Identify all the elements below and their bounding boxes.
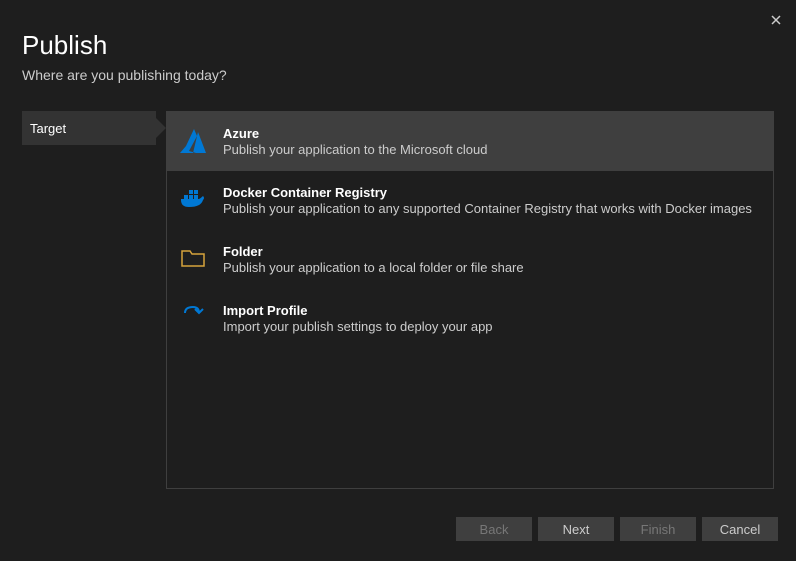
option-folder-title: Folder xyxy=(223,244,524,259)
close-button[interactable] xyxy=(766,10,786,30)
sidebar-item-target[interactable]: Target xyxy=(22,111,156,145)
docker-icon xyxy=(179,185,207,213)
wizard-sidebar: Target xyxy=(22,111,156,489)
option-import-text: Import Profile Import your publish setti… xyxy=(223,303,493,334)
dialog-header: Publish Where are you publishing today? xyxy=(0,0,796,93)
folder-icon xyxy=(179,244,207,272)
option-docker[interactable]: Docker Container Registry Publish your a… xyxy=(167,171,773,230)
option-azure-title: Azure xyxy=(223,126,487,141)
next-button[interactable]: Next xyxy=(538,517,614,541)
option-folder-desc: Publish your application to a local fold… xyxy=(223,260,524,275)
dialog-content: Target Azure Publish your application to… xyxy=(0,93,796,489)
finish-button[interactable]: Finish xyxy=(620,517,696,541)
dialog-subtitle: Where are you publishing today? xyxy=(22,67,774,83)
options-panel: Azure Publish your application to the Mi… xyxy=(166,111,774,489)
option-import-title: Import Profile xyxy=(223,303,493,318)
option-folder-text: Folder Publish your application to a loc… xyxy=(223,244,524,275)
option-azure[interactable]: Azure Publish your application to the Mi… xyxy=(167,112,773,171)
option-azure-text: Azure Publish your application to the Mi… xyxy=(223,126,487,157)
azure-icon xyxy=(179,126,207,154)
cancel-button[interactable]: Cancel xyxy=(702,517,778,541)
option-azure-desc: Publish your application to the Microsof… xyxy=(223,142,487,157)
option-folder[interactable]: Folder Publish your application to a loc… xyxy=(167,230,773,289)
import-icon xyxy=(179,303,207,331)
option-docker-desc: Publish your application to any supporte… xyxy=(223,201,752,216)
option-docker-text: Docker Container Registry Publish your a… xyxy=(223,185,752,216)
dialog-footer: Back Next Finish Cancel xyxy=(456,517,778,541)
option-import[interactable]: Import Profile Import your publish setti… xyxy=(167,289,773,348)
back-button[interactable]: Back xyxy=(456,517,532,541)
sidebar-item-label: Target xyxy=(30,121,66,136)
option-docker-title: Docker Container Registry xyxy=(223,185,752,200)
option-import-desc: Import your publish settings to deploy y… xyxy=(223,319,493,334)
dialog-title: Publish xyxy=(22,30,774,61)
